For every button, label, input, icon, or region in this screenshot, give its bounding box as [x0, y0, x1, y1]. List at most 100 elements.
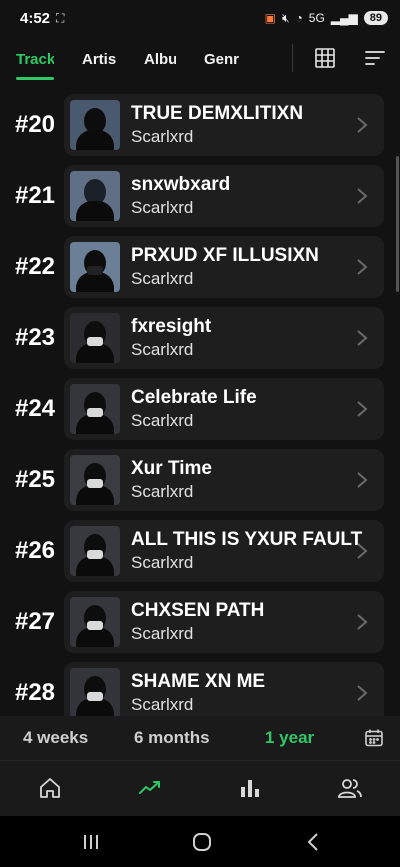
track-row[interactable]: #20 TRUE DEMXLITIXN Scarlxrd — [0, 92, 400, 158]
period-1-year[interactable]: 1 year — [265, 728, 314, 748]
nav-charts-button[interactable] — [237, 775, 263, 801]
track-card[interactable]: snxwbxard Scarlxrd — [64, 165, 384, 227]
chevron-right-icon — [357, 401, 368, 417]
tab-tracks[interactable]: Track — [16, 36, 54, 82]
home-circle-icon — [193, 833, 211, 851]
track-artist: Scarlxrd — [131, 553, 194, 572]
period-4-weeks[interactable]: 4 weeks — [23, 728, 88, 748]
chevron-right-icon — [357, 685, 368, 701]
battery-level: 89 — [363, 11, 388, 25]
home-icon — [40, 778, 60, 798]
track-card[interactable]: Celebrate Life Scarlxrd — [64, 378, 384, 440]
tab-divider — [292, 44, 293, 72]
track-rank: #22 — [14, 253, 56, 280]
track-row[interactable]: #25 Xur Time Scarlxrd — [0, 447, 400, 513]
cast-icon: ▣ — [264, 11, 276, 25]
track-rank: #26 — [14, 537, 56, 564]
scrollbar[interactable] — [396, 156, 399, 292]
track-card[interactable]: PRXUD XF ILLUSIXN Scarlxrd — [64, 236, 384, 298]
album-art — [70, 313, 120, 363]
track-rank: #23 — [14, 324, 56, 351]
mute-icon: 🔇︎ — [281, 10, 290, 25]
track-card[interactable]: Xur Time Scarlxrd — [64, 449, 384, 511]
track-title: SHAME XN ME — [131, 671, 266, 692]
track-row[interactable]: #27 CHXSEN PATH Scarlxrd — [0, 589, 400, 655]
tab-artists[interactable]: Artis — [82, 36, 116, 82]
track-row[interactable]: #22 PRXUD XF ILLUSIXN Scarlxrd — [0, 234, 400, 300]
chevron-right-icon — [357, 117, 368, 133]
track-row[interactable]: #24 Celebrate Life Scarlxrd — [0, 376, 400, 442]
album-art — [70, 668, 120, 716]
bottom-navigation — [0, 760, 400, 816]
track-artist: Scarlxrd — [131, 127, 194, 146]
track-card[interactable]: CHXSEN PATH Scarlxrd — [64, 591, 384, 653]
track-title: snxwbxard — [131, 174, 231, 195]
track-row[interactable]: #23 fxresight Scarlxrd — [0, 305, 400, 371]
calendar-button[interactable] — [364, 728, 384, 748]
nav-stats-button[interactable] — [137, 775, 163, 801]
chevron-right-icon — [357, 259, 368, 275]
track-rank: #21 — [14, 182, 56, 209]
track-artist: Scarlxrd — [131, 624, 194, 643]
track-title: PRXUD XF ILLUSIXN — [131, 245, 319, 266]
track-artist: Scarlxrd — [131, 482, 194, 501]
track-title: fxresight — [131, 316, 212, 337]
nav-friends-button[interactable] — [337, 775, 363, 801]
screenshot-frame-icon: ⛶ — [56, 10, 65, 25]
recent-apps-button[interactable] — [80, 831, 102, 853]
home-system-button[interactable] — [191, 831, 213, 853]
nav-home-button[interactable] — [37, 775, 63, 801]
period-selector: 4 weeks 6 months 1 year — [0, 716, 400, 760]
track-artist: Scarlxrd — [131, 695, 194, 714]
track-card[interactable]: fxresight Scarlxrd — [64, 307, 384, 369]
track-rank: #27 — [14, 608, 56, 635]
sort-button[interactable] — [363, 46, 387, 70]
album-art — [70, 171, 120, 221]
sort-icon — [365, 51, 385, 65]
chevron-right-icon — [357, 614, 368, 630]
track-card[interactable]: TRUE DEMXLITIXN Scarlxrd — [64, 94, 384, 156]
track-rank: #25 — [14, 466, 56, 493]
status-bar: 4:52 ⛶ ▣ 🔇︎ ◔ 5G ▂▄▆ 89 — [0, 0, 400, 36]
signal-icon: ▂▄▆ — [330, 11, 358, 25]
network-type: 5G — [308, 11, 325, 25]
track-rank: #20 — [14, 111, 56, 138]
track-row[interactable]: #28 SHAME XN ME Scarlxrd — [0, 660, 400, 716]
tab-albums[interactable]: Albu — [144, 36, 176, 82]
users-icon — [338, 779, 362, 798]
chevron-right-icon — [357, 330, 368, 346]
category-tabs: Track Artis Albu Genr — [0, 36, 400, 82]
album-art — [70, 597, 120, 647]
recent-apps-icon — [84, 835, 98, 849]
track-artist: Scarlxrd — [131, 198, 194, 217]
tab-genres[interactable]: Genr — [204, 36, 240, 82]
wifi-icon: ◔ — [295, 11, 303, 25]
album-art — [70, 526, 120, 576]
album-art — [70, 100, 120, 150]
track-artist: Scarlxrd — [131, 411, 194, 430]
track-artist: Scarlxrd — [131, 340, 194, 359]
trending-icon — [139, 781, 160, 794]
status-indicators: ▣ 🔇︎ ◔ 5G ▂▄▆ 89 — [265, 11, 388, 26]
track-row[interactable]: #21 snxwbxard Scarlxrd — [0, 163, 400, 229]
grid-view-button[interactable] — [313, 46, 337, 70]
back-icon — [307, 833, 318, 851]
system-navigation-bar — [0, 816, 400, 867]
album-art — [70, 455, 120, 505]
period-6-months[interactable]: 6 months — [134, 728, 210, 748]
grid-view-icon — [315, 48, 335, 68]
status-time: 4:52 — [20, 9, 51, 27]
track-rank: #24 — [14, 395, 56, 422]
chevron-right-icon — [357, 188, 368, 204]
back-button[interactable] — [303, 831, 325, 853]
track-card[interactable]: ALL THIS IS YXUR FAULT Scarlxrd — [64, 520, 384, 582]
calendar-icon — [365, 729, 383, 747]
album-art — [70, 384, 120, 434]
track-title: ALL THIS IS YXUR FAULT — [131, 529, 363, 550]
track-card[interactable]: SHAME XN ME Scarlxrd — [64, 662, 384, 716]
bar-chart-icon — [241, 780, 259, 797]
track-title: Celebrate Life — [131, 387, 257, 408]
track-row[interactable]: #26 ALL THIS IS YXUR FAULT Scarlxrd — [0, 518, 400, 584]
track-title: TRUE DEMXLITIXN — [131, 103, 304, 124]
track-rank: #28 — [14, 679, 56, 706]
